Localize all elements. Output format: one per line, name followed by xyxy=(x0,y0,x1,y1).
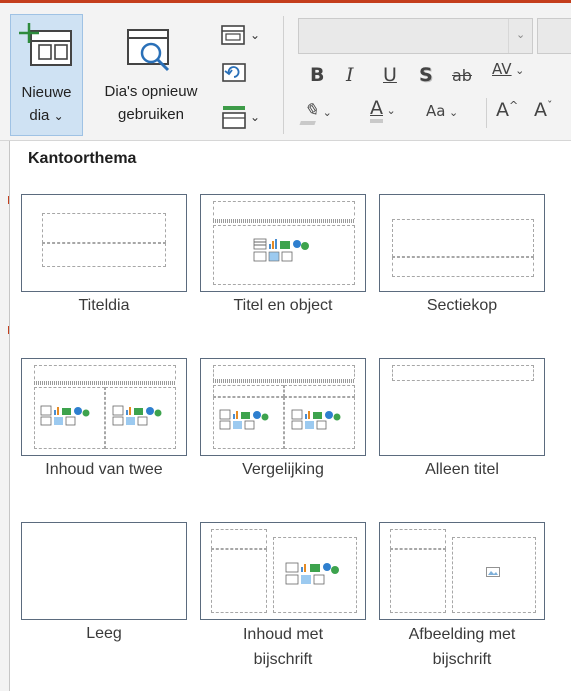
layout-caption: Titel en object xyxy=(233,297,333,314)
grow-font-label: A xyxy=(496,99,509,121)
layout-thumbnail-comparison[interactable] xyxy=(200,358,366,456)
layout-caption: Vergelijking xyxy=(242,461,324,478)
change-case-button[interactable]: Aa ⌄ xyxy=(426,102,458,120)
picture-placeholder-icon xyxy=(486,567,500,577)
layout-icon xyxy=(221,25,245,45)
caption-title-placeholder xyxy=(211,529,267,549)
layout-caption-line: bijschrift xyxy=(253,651,313,668)
layout-caption: Sectiekop xyxy=(426,297,498,314)
highlight-button[interactable]: ✎ ⌄ xyxy=(299,100,332,125)
font-name-field[interactable]: ⌄ xyxy=(298,18,533,54)
layout-caption: Inhoud van twee xyxy=(45,461,163,478)
reset-icon xyxy=(222,63,246,82)
layout-thumbnail-title-slide[interactable] xyxy=(21,194,187,292)
section-text-placeholder xyxy=(392,257,534,277)
right-heading-placeholder xyxy=(284,385,355,397)
up-arrow-icon: ^ xyxy=(509,99,519,112)
subtitle-placeholder xyxy=(42,243,166,267)
layout-thumbnail-two-content[interactable] xyxy=(21,358,187,456)
layout-caption: Leeg xyxy=(86,625,122,642)
shadow-button[interactable]: S xyxy=(419,64,433,86)
shrink-font-button[interactable]: Aˇ xyxy=(534,99,553,121)
title-line xyxy=(213,379,355,383)
new-slide-button[interactable]: Nieuwe dia ⌄ xyxy=(10,14,83,136)
reuse-slides-label-2: gebruiken xyxy=(118,106,184,123)
strikethrough-button[interactable]: ab xyxy=(452,66,472,85)
font-group-separator xyxy=(486,98,487,128)
caption-title-placeholder xyxy=(390,529,446,549)
content-placeholder-icon xyxy=(285,562,339,585)
layout-caption-line: bijschrift xyxy=(432,651,492,668)
chevron-down-icon: ⌄ xyxy=(516,29,526,41)
title-placeholder xyxy=(42,213,166,243)
powerpoint-window: Nieuwe dia ⌄ Dia's opnieuw gebruiken ⌄ ⌄… xyxy=(0,0,571,691)
chevron-down-icon: ⌄ xyxy=(511,64,525,77)
caption-text-placeholder xyxy=(211,549,267,613)
down-arrow-icon: ˇ xyxy=(547,99,553,112)
chevron-down-icon: ⌄ xyxy=(445,106,459,119)
layout-caption: Titeldia xyxy=(78,297,130,314)
layout-button[interactable]: ⌄ xyxy=(220,24,270,50)
title-line xyxy=(34,381,176,385)
layout-caption: Afbeelding met bijschrift xyxy=(379,622,545,672)
gallery-title: Kantoorthema xyxy=(28,150,137,167)
title-placeholder xyxy=(392,365,534,381)
layout-caption-line: Afbeelding met xyxy=(408,626,516,643)
character-spacing-button[interactable]: AV ⌄ xyxy=(492,60,524,78)
layout-caption: Inhoud met bijschrift xyxy=(200,622,366,672)
reuse-slides-icon xyxy=(127,29,170,72)
underline-button[interactable]: U xyxy=(383,64,397,86)
layout-thumbnail-section-header[interactable] xyxy=(379,194,545,292)
layout-thumbnail-title-content[interactable] xyxy=(200,194,366,292)
chevron-down-icon: ⌄ xyxy=(383,104,396,117)
content-placeholder-icon xyxy=(291,409,341,430)
chevron-down-icon: ⌄ xyxy=(53,109,64,123)
ribbon-group-separator xyxy=(283,16,284,134)
reuse-slides-label-1: Dia's opnieuw xyxy=(104,83,198,100)
layout-thumbnail-title-only[interactable] xyxy=(379,358,545,456)
character-spacing-label: AV xyxy=(492,60,512,78)
left-heading-placeholder xyxy=(213,385,284,397)
layout-thumbnail-blank[interactable] xyxy=(21,522,187,620)
content-placeholder-icon xyxy=(112,405,162,426)
reuse-slides-button[interactable]: Dia's opnieuw gebruiken xyxy=(86,14,216,136)
bold-button[interactable]: B xyxy=(310,64,324,86)
layout-caption-line: Inhoud met xyxy=(242,626,324,643)
change-case-label: Aa xyxy=(426,102,446,120)
chevron-down-icon: ⌄ xyxy=(319,106,332,119)
section-button[interactable]: ⌄ xyxy=(220,104,270,130)
chevron-down-icon: ⌄ xyxy=(250,110,261,124)
content-placeholder-icon xyxy=(40,405,90,426)
font-dropdown-button[interactable]: ⌄ xyxy=(508,19,532,53)
shrink-font-label: A xyxy=(534,99,547,121)
font-color-button[interactable]: A ⌄ xyxy=(370,97,396,123)
grow-font-button[interactable]: A^ xyxy=(496,99,518,121)
layout-thumbnail-content-with-caption[interactable] xyxy=(200,522,366,620)
font-color-icon: A xyxy=(370,97,383,123)
section-icon xyxy=(222,106,246,129)
title-line xyxy=(213,219,355,223)
caption-text-placeholder xyxy=(390,549,446,613)
new-slide-label-1: Nieuwe xyxy=(21,84,72,101)
title-placeholder xyxy=(213,201,355,221)
layout-thumbnail-picture-with-caption[interactable] xyxy=(379,522,545,620)
new-slide-label-2: dia ⌄ xyxy=(11,106,82,126)
new-slide-label-text: dia xyxy=(29,107,50,124)
reset-button[interactable] xyxy=(220,60,270,86)
font-size-field[interactable] xyxy=(537,18,571,54)
content-placeholder-icon xyxy=(219,409,269,430)
layout-caption: Alleen titel xyxy=(425,461,499,478)
chevron-down-icon: ⌄ xyxy=(250,28,261,42)
section-title-placeholder xyxy=(392,219,534,257)
new-slide-icon xyxy=(19,23,72,66)
italic-button[interactable]: I xyxy=(346,64,354,86)
content-placeholder-icon xyxy=(253,238,309,262)
